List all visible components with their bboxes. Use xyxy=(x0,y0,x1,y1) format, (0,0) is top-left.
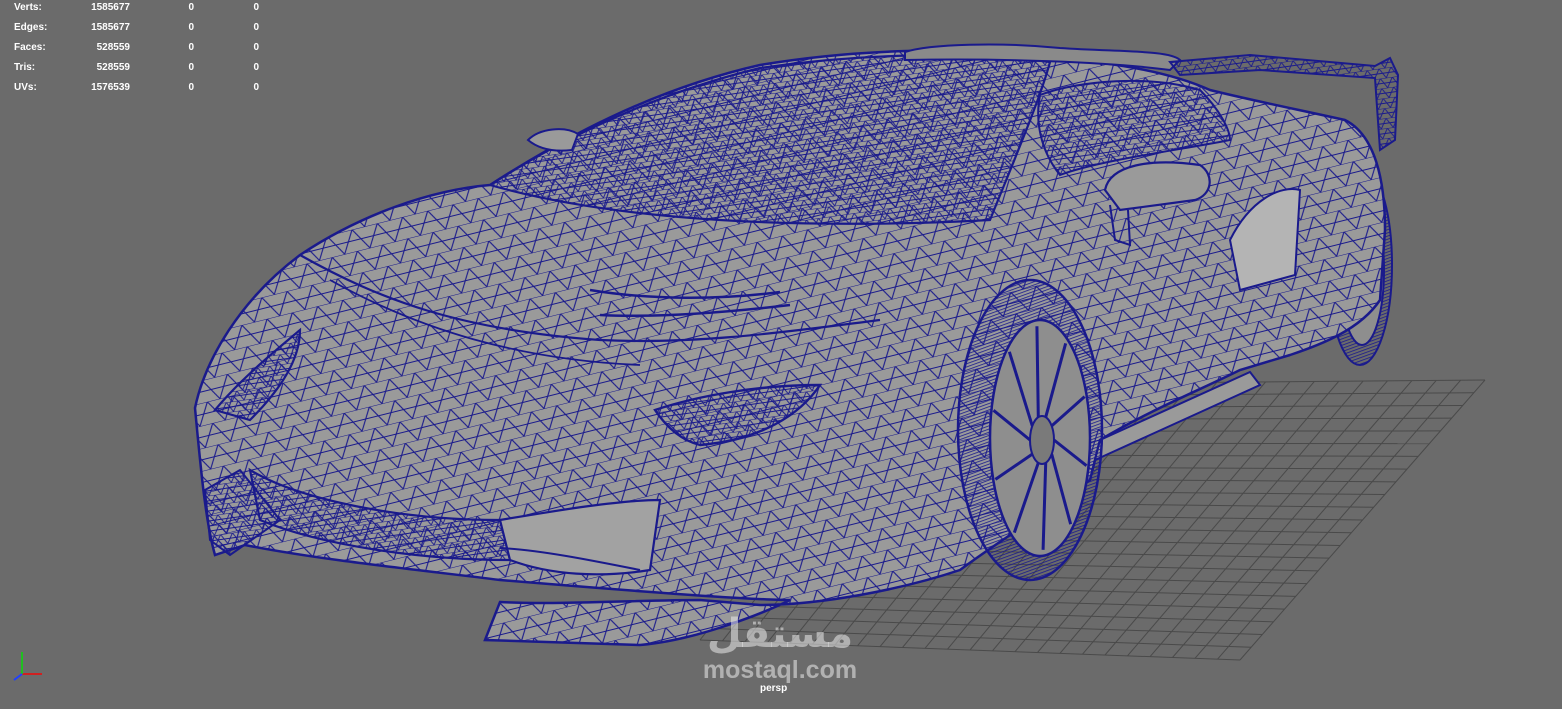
hud-total: 528559 xyxy=(70,41,130,55)
hud-selected-uv: 0 xyxy=(229,81,259,95)
hud-selected: 0 xyxy=(164,61,194,75)
hud-selected: 0 xyxy=(164,1,194,15)
axis-z-line xyxy=(14,674,22,680)
hud-selected-uv: 0 xyxy=(229,61,259,75)
hud-total: 1585677 xyxy=(70,1,130,15)
hud-label: UVs: xyxy=(14,81,37,95)
watermark: مستقل mostaql.com xyxy=(680,612,880,684)
watermark-arabic: مستقل xyxy=(680,612,880,656)
front-wheel xyxy=(958,280,1102,580)
hud-label: Verts: xyxy=(14,1,42,15)
wheel-spoke xyxy=(1037,326,1038,417)
hud-label: Faces: xyxy=(14,41,46,55)
axis-triad-icon xyxy=(8,648,48,684)
hud-selected-uv: 0 xyxy=(229,1,259,15)
hud-selected-uv: 0 xyxy=(229,21,259,35)
watermark-latin: mostaql.com xyxy=(680,656,880,684)
hud-selected: 0 xyxy=(164,41,194,55)
wireframe-scene[interactable] xyxy=(0,0,1562,704)
car-body-mesh xyxy=(195,45,1398,645)
hud-selected: 0 xyxy=(164,81,194,95)
hud-selected-uv: 0 xyxy=(229,41,259,55)
hud-label: Tris: xyxy=(14,61,35,75)
perspective-viewport[interactable] xyxy=(0,0,1562,704)
hud-label: Edges: xyxy=(14,21,47,35)
hud-selected: 0 xyxy=(164,21,194,35)
hud-total: 528559 xyxy=(70,61,130,75)
hud-total: 1576539 xyxy=(70,81,130,95)
hud-total: 1585677 xyxy=(70,21,130,35)
camera-label: persp xyxy=(760,683,787,694)
